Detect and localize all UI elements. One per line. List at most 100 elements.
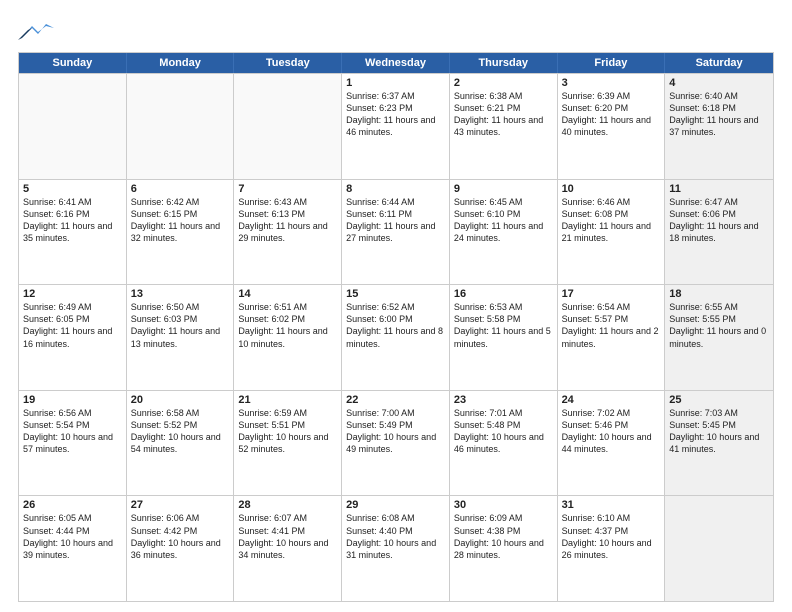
logo-bird-icon — [18, 18, 54, 46]
cal-header-wednesday: Wednesday — [342, 53, 450, 73]
cell-info: Sunrise: 6:37 AM Sunset: 6:23 PM Dayligh… — [346, 90, 445, 139]
cal-header-monday: Monday — [127, 53, 235, 73]
cal-cell-day-22: 22Sunrise: 7:00 AM Sunset: 5:49 PM Dayli… — [342, 391, 450, 496]
cell-info: Sunrise: 6:46 AM Sunset: 6:08 PM Dayligh… — [562, 196, 661, 245]
cal-cell-day-5: 5Sunrise: 6:41 AM Sunset: 6:16 PM Daylig… — [19, 180, 127, 285]
cell-info: Sunrise: 7:03 AM Sunset: 5:45 PM Dayligh… — [669, 407, 769, 456]
cal-cell-day-21: 21Sunrise: 6:59 AM Sunset: 5:51 PM Dayli… — [234, 391, 342, 496]
cal-header-friday: Friday — [558, 53, 666, 73]
cell-info: Sunrise: 6:51 AM Sunset: 6:02 PM Dayligh… — [238, 301, 337, 350]
cal-cell-empty — [234, 74, 342, 179]
day-number: 3 — [562, 77, 661, 89]
day-number: 16 — [454, 288, 553, 300]
cal-cell-day-24: 24Sunrise: 7:02 AM Sunset: 5:46 PM Dayli… — [558, 391, 666, 496]
cal-week-5: 26Sunrise: 6:05 AM Sunset: 4:44 PM Dayli… — [19, 495, 773, 601]
day-number: 4 — [669, 77, 769, 89]
day-number: 28 — [238, 499, 337, 511]
day-number: 27 — [131, 499, 230, 511]
cell-info: Sunrise: 6:49 AM Sunset: 6:05 PM Dayligh… — [23, 301, 122, 350]
cell-info: Sunrise: 7:02 AM Sunset: 5:46 PM Dayligh… — [562, 407, 661, 456]
cal-cell-day-30: 30Sunrise: 6:09 AM Sunset: 4:38 PM Dayli… — [450, 496, 558, 601]
cell-info: Sunrise: 6:06 AM Sunset: 4:42 PM Dayligh… — [131, 512, 230, 561]
day-number: 23 — [454, 394, 553, 406]
cell-info: Sunrise: 6:58 AM Sunset: 5:52 PM Dayligh… — [131, 407, 230, 456]
cell-info: Sunrise: 6:56 AM Sunset: 5:54 PM Dayligh… — [23, 407, 122, 456]
cal-cell-day-2: 2Sunrise: 6:38 AM Sunset: 6:21 PM Daylig… — [450, 74, 558, 179]
day-number: 8 — [346, 183, 445, 195]
cell-info: Sunrise: 6:53 AM Sunset: 5:58 PM Dayligh… — [454, 301, 553, 350]
cal-cell-empty — [19, 74, 127, 179]
cell-info: Sunrise: 6:07 AM Sunset: 4:41 PM Dayligh… — [238, 512, 337, 561]
cal-cell-day-1: 1Sunrise: 6:37 AM Sunset: 6:23 PM Daylig… — [342, 74, 450, 179]
cal-header-tuesday: Tuesday — [234, 53, 342, 73]
cal-cell-day-26: 26Sunrise: 6:05 AM Sunset: 4:44 PM Dayli… — [19, 496, 127, 601]
cal-cell-day-19: 19Sunrise: 6:56 AM Sunset: 5:54 PM Dayli… — [19, 391, 127, 496]
cell-info: Sunrise: 6:38 AM Sunset: 6:21 PM Dayligh… — [454, 90, 553, 139]
cal-cell-day-10: 10Sunrise: 6:46 AM Sunset: 6:08 PM Dayli… — [558, 180, 666, 285]
day-number: 15 — [346, 288, 445, 300]
cell-info: Sunrise: 6:10 AM Sunset: 4:37 PM Dayligh… — [562, 512, 661, 561]
cal-week-2: 5Sunrise: 6:41 AM Sunset: 6:16 PM Daylig… — [19, 179, 773, 285]
day-number: 31 — [562, 499, 661, 511]
day-number: 12 — [23, 288, 122, 300]
cal-cell-day-18: 18Sunrise: 6:55 AM Sunset: 5:55 PM Dayli… — [665, 285, 773, 390]
cal-header-thursday: Thursday — [450, 53, 558, 73]
cal-cell-day-12: 12Sunrise: 6:49 AM Sunset: 6:05 PM Dayli… — [19, 285, 127, 390]
day-number: 11 — [669, 183, 769, 195]
cal-header-sunday: Sunday — [19, 53, 127, 73]
day-number: 20 — [131, 394, 230, 406]
day-number: 9 — [454, 183, 553, 195]
day-number: 17 — [562, 288, 661, 300]
cell-info: Sunrise: 6:54 AM Sunset: 5:57 PM Dayligh… — [562, 301, 661, 350]
cal-header-saturday: Saturday — [665, 53, 773, 73]
cell-info: Sunrise: 6:42 AM Sunset: 6:15 PM Dayligh… — [131, 196, 230, 245]
cal-cell-day-6: 6Sunrise: 6:42 AM Sunset: 6:15 PM Daylig… — [127, 180, 235, 285]
day-number: 29 — [346, 499, 445, 511]
cal-week-1: 1Sunrise: 6:37 AM Sunset: 6:23 PM Daylig… — [19, 73, 773, 179]
cell-info: Sunrise: 6:39 AM Sunset: 6:20 PM Dayligh… — [562, 90, 661, 139]
day-number: 7 — [238, 183, 337, 195]
cal-week-4: 19Sunrise: 6:56 AM Sunset: 5:54 PM Dayli… — [19, 390, 773, 496]
day-number: 26 — [23, 499, 122, 511]
cell-info: Sunrise: 7:00 AM Sunset: 5:49 PM Dayligh… — [346, 407, 445, 456]
day-number: 30 — [454, 499, 553, 511]
cal-cell-day-7: 7Sunrise: 6:43 AM Sunset: 6:13 PM Daylig… — [234, 180, 342, 285]
day-number: 5 — [23, 183, 122, 195]
cal-cell-day-20: 20Sunrise: 6:58 AM Sunset: 5:52 PM Dayli… — [127, 391, 235, 496]
cal-cell-day-3: 3Sunrise: 6:39 AM Sunset: 6:20 PM Daylig… — [558, 74, 666, 179]
cal-cell-day-16: 16Sunrise: 6:53 AM Sunset: 5:58 PM Dayli… — [450, 285, 558, 390]
cal-cell-empty — [665, 496, 773, 601]
cell-info: Sunrise: 6:52 AM Sunset: 6:00 PM Dayligh… — [346, 301, 445, 350]
cell-info: Sunrise: 6:50 AM Sunset: 6:03 PM Dayligh… — [131, 301, 230, 350]
day-number: 25 — [669, 394, 769, 406]
cell-info: Sunrise: 7:01 AM Sunset: 5:48 PM Dayligh… — [454, 407, 553, 456]
cell-info: Sunrise: 6:43 AM Sunset: 6:13 PM Dayligh… — [238, 196, 337, 245]
cal-cell-day-23: 23Sunrise: 7:01 AM Sunset: 5:48 PM Dayli… — [450, 391, 558, 496]
cell-info: Sunrise: 6:45 AM Sunset: 6:10 PM Dayligh… — [454, 196, 553, 245]
day-number: 2 — [454, 77, 553, 89]
day-number: 10 — [562, 183, 661, 195]
logo — [18, 18, 58, 46]
cal-cell-day-27: 27Sunrise: 6:06 AM Sunset: 4:42 PM Dayli… — [127, 496, 235, 601]
cal-cell-day-8: 8Sunrise: 6:44 AM Sunset: 6:11 PM Daylig… — [342, 180, 450, 285]
day-number: 18 — [669, 288, 769, 300]
cal-cell-day-28: 28Sunrise: 6:07 AM Sunset: 4:41 PM Dayli… — [234, 496, 342, 601]
day-number: 1 — [346, 77, 445, 89]
day-number: 22 — [346, 394, 445, 406]
day-number: 19 — [23, 394, 122, 406]
calendar: SundayMondayTuesdayWednesdayThursdayFrid… — [18, 52, 774, 602]
cal-week-3: 12Sunrise: 6:49 AM Sunset: 6:05 PM Dayli… — [19, 284, 773, 390]
cal-cell-day-13: 13Sunrise: 6:50 AM Sunset: 6:03 PM Dayli… — [127, 285, 235, 390]
header — [18, 18, 774, 46]
day-number: 13 — [131, 288, 230, 300]
cell-info: Sunrise: 6:41 AM Sunset: 6:16 PM Dayligh… — [23, 196, 122, 245]
cal-cell-day-14: 14Sunrise: 6:51 AM Sunset: 6:02 PM Dayli… — [234, 285, 342, 390]
cell-info: Sunrise: 6:59 AM Sunset: 5:51 PM Dayligh… — [238, 407, 337, 456]
cal-cell-day-15: 15Sunrise: 6:52 AM Sunset: 6:00 PM Dayli… — [342, 285, 450, 390]
cell-info: Sunrise: 6:44 AM Sunset: 6:11 PM Dayligh… — [346, 196, 445, 245]
cal-cell-day-25: 25Sunrise: 7:03 AM Sunset: 5:45 PM Dayli… — [665, 391, 773, 496]
calendar-header-row: SundayMondayTuesdayWednesdayThursdayFrid… — [19, 53, 773, 73]
day-number: 14 — [238, 288, 337, 300]
day-number: 21 — [238, 394, 337, 406]
page: SundayMondayTuesdayWednesdayThursdayFrid… — [0, 0, 792, 612]
